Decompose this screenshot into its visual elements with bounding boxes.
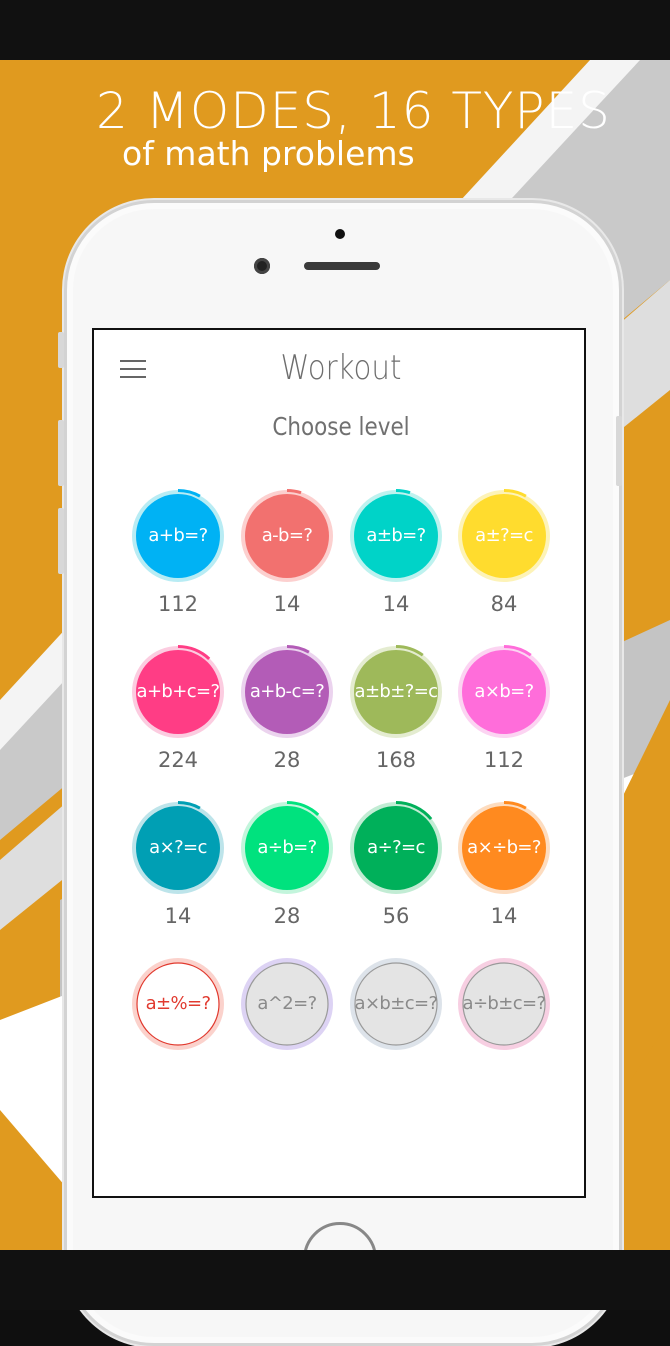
phone-power-button [616, 416, 622, 486]
level-item[interactable]: a×÷b=? 14 [456, 800, 552, 930]
level-button[interactable]: a±b=? [348, 488, 444, 584]
level-formula-label: a^2=? [257, 993, 317, 1014]
level-score-count: 28 [273, 904, 301, 928]
level-button[interactable]: a×b=? [456, 644, 552, 740]
level-button[interactable]: a^2=? [239, 956, 335, 1052]
level-formula-label: a±?=c [475, 525, 533, 546]
level-item[interactable]: a×?=c 14 [130, 800, 226, 930]
level-score-count: 112 [483, 748, 525, 772]
page-title: Workout [280, 348, 402, 388]
level-button[interactable]: a±?=c [456, 488, 552, 584]
level-item[interactable]: a^2=? [239, 956, 335, 1086]
level-button[interactable]: a÷?=c [348, 800, 444, 896]
bottom-black-bar [0, 1250, 670, 1310]
level-formula-label: a±b±?=c [354, 681, 439, 702]
front-camera-icon [254, 258, 270, 274]
level-button[interactable]: a-b=? [239, 488, 335, 584]
level-formula-label: a×b±c=? [354, 993, 439, 1014]
level-item[interactable]: a-b=? 14 [239, 488, 335, 618]
phone-sensor [335, 229, 345, 239]
phone-speaker [304, 262, 380, 270]
level-score-count: 168 [375, 748, 417, 772]
level-button[interactable]: a÷b=? [239, 800, 335, 896]
level-button[interactable]: a±b±?=c [348, 644, 444, 740]
level-item[interactable]: a±?=c 84 [456, 488, 552, 618]
level-formula-label: a×b=? [474, 681, 534, 702]
level-formula-label: a+b=? [148, 525, 208, 546]
level-score-count: 56 [382, 904, 410, 928]
level-button[interactable]: a+b+c=? [130, 644, 226, 740]
level-formula-label: a+b-c=? [249, 681, 325, 702]
level-formula-label: a-b=? [261, 525, 313, 546]
level-item[interactable]: a×b=? 112 [456, 644, 552, 774]
level-score-count: 14 [382, 592, 410, 616]
level-item[interactable]: a+b-c=? 28 [239, 644, 335, 774]
level-button[interactable]: a×b±c=? [348, 956, 444, 1052]
level-score-count: 84 [490, 592, 518, 616]
level-item[interactable]: a+b=? 112 [130, 488, 226, 618]
top-black-bar [0, 0, 670, 60]
level-item[interactable]: a±b±?=c 168 [348, 644, 444, 774]
level-formula-label: a+b+c=? [136, 681, 221, 702]
phone-volume-down [58, 508, 64, 574]
page-subtitle: Choose level [272, 412, 410, 441]
level-formula-label: a÷?=c [367, 837, 425, 858]
phone-volume-up [58, 420, 64, 486]
level-formula-label: a÷b=? [257, 837, 317, 858]
level-score-count: 14 [164, 904, 192, 928]
level-score-count: 112 [157, 592, 199, 616]
level-score-count: 14 [273, 592, 301, 616]
level-button[interactable]: a×÷b=? [456, 800, 552, 896]
app-screen: Workout Choose level a+b=? 112 a-b=? 14 a±b=… [92, 328, 586, 1198]
level-button[interactable]: a±%=? [130, 956, 226, 1052]
level-button[interactable]: a+b=? [130, 488, 226, 584]
level-score-count: 224 [157, 748, 199, 772]
level-button[interactable]: a÷b±c=? [456, 956, 552, 1052]
level-item[interactable]: a+b+c=? 224 [130, 644, 226, 774]
level-item[interactable]: a±b=? 14 [348, 488, 444, 618]
level-score-count: 14 [490, 904, 518, 928]
level-item[interactable]: a÷b=? 28 [239, 800, 335, 930]
level-button[interactable]: a+b-c=? [239, 644, 335, 740]
phone-mute-switch [58, 332, 64, 368]
level-score-count: 28 [273, 748, 301, 772]
level-formula-label: a±b=? [366, 525, 426, 546]
level-item[interactable]: a×b±c=? [348, 956, 444, 1086]
headline-line-1: 2 MODES, 16 TYPES [96, 82, 611, 140]
level-formula-label: a×?=c [149, 837, 207, 858]
headline-line-2: of math problems [122, 134, 415, 173]
level-formula-label: a×÷b=? [467, 837, 541, 858]
level-item[interactable]: a±%=? [130, 956, 226, 1086]
level-formula-label: a±%=? [145, 993, 211, 1014]
level-formula-label: a÷b±c=? [462, 993, 547, 1014]
level-item[interactable]: a÷?=c 56 [348, 800, 444, 930]
level-button[interactable]: a×?=c [130, 800, 226, 896]
level-item[interactable]: a÷b±c=? [456, 956, 552, 1086]
